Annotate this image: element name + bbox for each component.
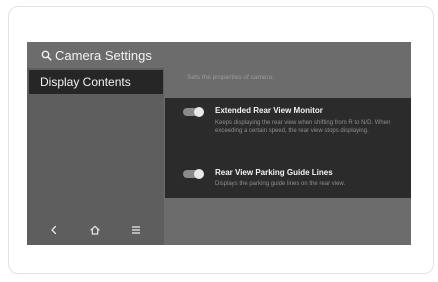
sidebar: Display Contents — [27, 68, 164, 245]
header: Camera Settings — [41, 48, 152, 63]
menu-button[interactable] — [127, 222, 145, 238]
menu-icon — [127, 222, 145, 238]
sidebar-item-label: Display Contents — [40, 75, 131, 89]
back-button[interactable] — [45, 222, 63, 238]
extended-rear-view-toggle[interactable] — [183, 107, 204, 117]
parking-guide-lines-toggle[interactable] — [183, 169, 204, 179]
search-icon[interactable] — [41, 50, 52, 61]
home-button[interactable] — [86, 222, 104, 238]
setting-title: Rear View Parking Guide Lines — [215, 168, 333, 177]
settings-panel: Extended Rear View Monitor Keeps display… — [165, 98, 411, 198]
page-title: Camera Settings — [55, 48, 152, 63]
infotainment-screen: Camera Settings Display Contents Sets th… — [27, 42, 411, 245]
section-description: Sets the properties of camera. — [187, 74, 275, 81]
page: Camera Settings Display Contents Sets th… — [0, 0, 438, 282]
setting-description: Keeps displaying the rear view when shif… — [215, 120, 391, 134]
navigation-bar — [27, 215, 164, 245]
setting-description: Displays the parking guide lines on the … — [215, 181, 346, 187]
back-arrow-icon — [45, 222, 63, 238]
home-icon — [86, 222, 104, 238]
setting-title: Extended Rear View Monitor — [215, 106, 323, 115]
sidebar-item-display-contents[interactable]: Display Contents — [29, 70, 163, 94]
